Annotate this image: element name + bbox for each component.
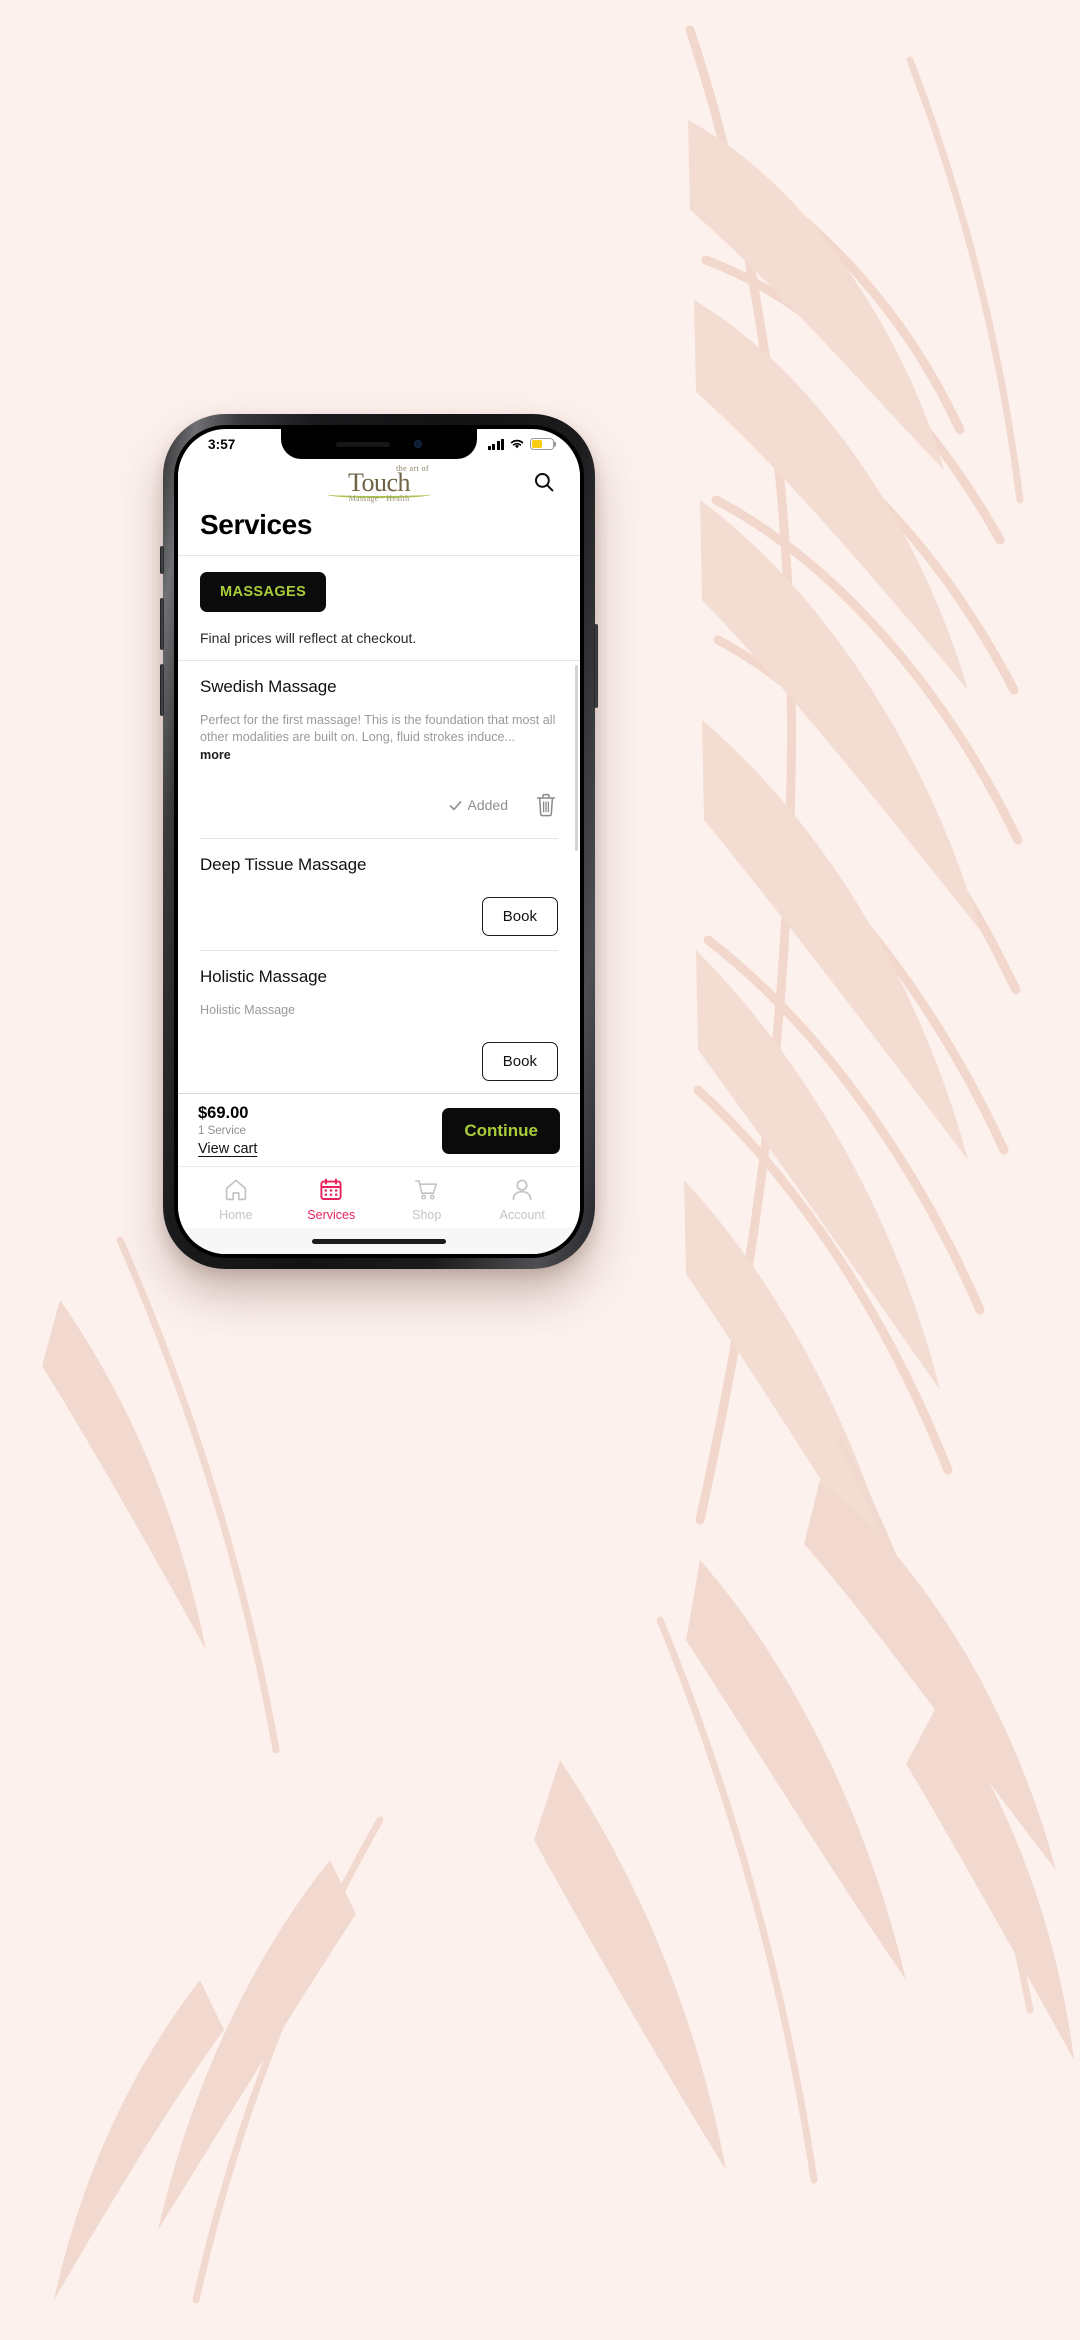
view-cart-link[interactable]: View cart (198, 1141, 257, 1158)
tab-label: Services (307, 1208, 356, 1222)
tab-label: Shop (412, 1208, 442, 1222)
page-title: Services (200, 509, 313, 540)
scrollbar[interactable] (575, 665, 578, 851)
check-icon (449, 800, 461, 810)
tab-label: Home (219, 1208, 253, 1222)
page-title-section: Services (178, 505, 580, 556)
cart-total: $69.00 (198, 1104, 249, 1123)
service-item[interactable]: Holistic Massage Holistic Massage Book (200, 951, 558, 1093)
battery-icon (530, 438, 554, 450)
added-status-button[interactable]: Added (448, 797, 508, 813)
phone-screen: 3:57 the art of Touch Massage · Health S… (178, 429, 580, 1254)
service-description: Perfect for the first massage! This is t… (200, 712, 558, 764)
service-name: Deep Tissue Massage (200, 855, 367, 875)
category-chip-massages[interactable]: MASSAGES (200, 572, 327, 612)
added-label: Added (467, 797, 508, 814)
book-service-button[interactable]: Book (481, 1041, 558, 1081)
logo-tagline-sub: Massage · Health (348, 494, 410, 504)
service-description: Holistic Massage (200, 1003, 296, 1018)
tab-label: Account (499, 1208, 545, 1222)
trash-icon (536, 793, 556, 817)
search-button[interactable] (530, 468, 558, 496)
cellular-signal-icon (487, 438, 504, 450)
mute-switch[interactable] (160, 546, 164, 574)
status-indicators (487, 438, 554, 450)
home-indicator-area (178, 1228, 580, 1254)
tab-account[interactable]: Account (475, 1177, 571, 1222)
remove-service-button[interactable] (534, 792, 558, 818)
search-icon (534, 472, 554, 492)
volume-down-button[interactable] (160, 664, 164, 716)
service-item[interactable]: Deep Tissue Massage Book (200, 839, 558, 952)
service-name: Holistic Massage (200, 967, 327, 987)
home-icon (225, 1179, 246, 1201)
service-actions: Added (200, 786, 558, 824)
book-service-button[interactable]: Book (481, 897, 558, 937)
service-name: Swedish Massage (200, 677, 337, 696)
wifi-icon (510, 439, 524, 449)
tab-shop[interactable]: Shop (379, 1177, 475, 1222)
status-time: 3:57 (208, 436, 236, 452)
service-description-text: Perfect for the first massage! This is t… (200, 713, 556, 745)
status-bar: 3:57 (178, 429, 580, 459)
cart-item-count: 1 Service (198, 1124, 246, 1137)
service-item[interactable]: Swedish Massage Perfect for the first ma… (200, 661, 558, 840)
cart-summary-text: $69.00 1 Service View cart (198, 1104, 257, 1158)
device-bezel: 3:57 the art of Touch Massage · Health S… (174, 425, 584, 1258)
tab-home[interactable]: Home (188, 1177, 284, 1222)
service-actions: Book (200, 1041, 558, 1081)
tab-services[interactable]: Services (284, 1177, 380, 1222)
brand-logo[interactable]: the art of Touch Massage · Health (327, 464, 431, 504)
volume-up-button[interactable] (160, 598, 164, 650)
cart-summary-bar: $69.00 1 Service View cart Continue (178, 1093, 580, 1166)
services-list[interactable]: Swedish Massage Perfect for the first ma… (178, 661, 580, 1094)
service-actions: Book (200, 897, 558, 937)
power-button[interactable] (594, 624, 598, 708)
person-icon (512, 1179, 532, 1201)
calendar-icon (320, 1178, 342, 1200)
continue-button[interactable]: Continue (442, 1108, 560, 1154)
phone-device-frame: 3:57 the art of Touch Massage · Health S… (160, 414, 598, 1269)
bottom-tab-bar: Home Services Shop Account (178, 1166, 580, 1228)
category-section: MASSAGES Final prices will reflect at ch… (178, 556, 580, 661)
pricing-notice: Final prices will reflect at checkout. (200, 630, 417, 646)
app-header: the art of Touch Massage · Health (178, 459, 580, 505)
home-indicator[interactable] (312, 1238, 446, 1244)
shopping-cart-icon (414, 1180, 437, 1200)
service-more-link[interactable]: more (200, 747, 558, 764)
